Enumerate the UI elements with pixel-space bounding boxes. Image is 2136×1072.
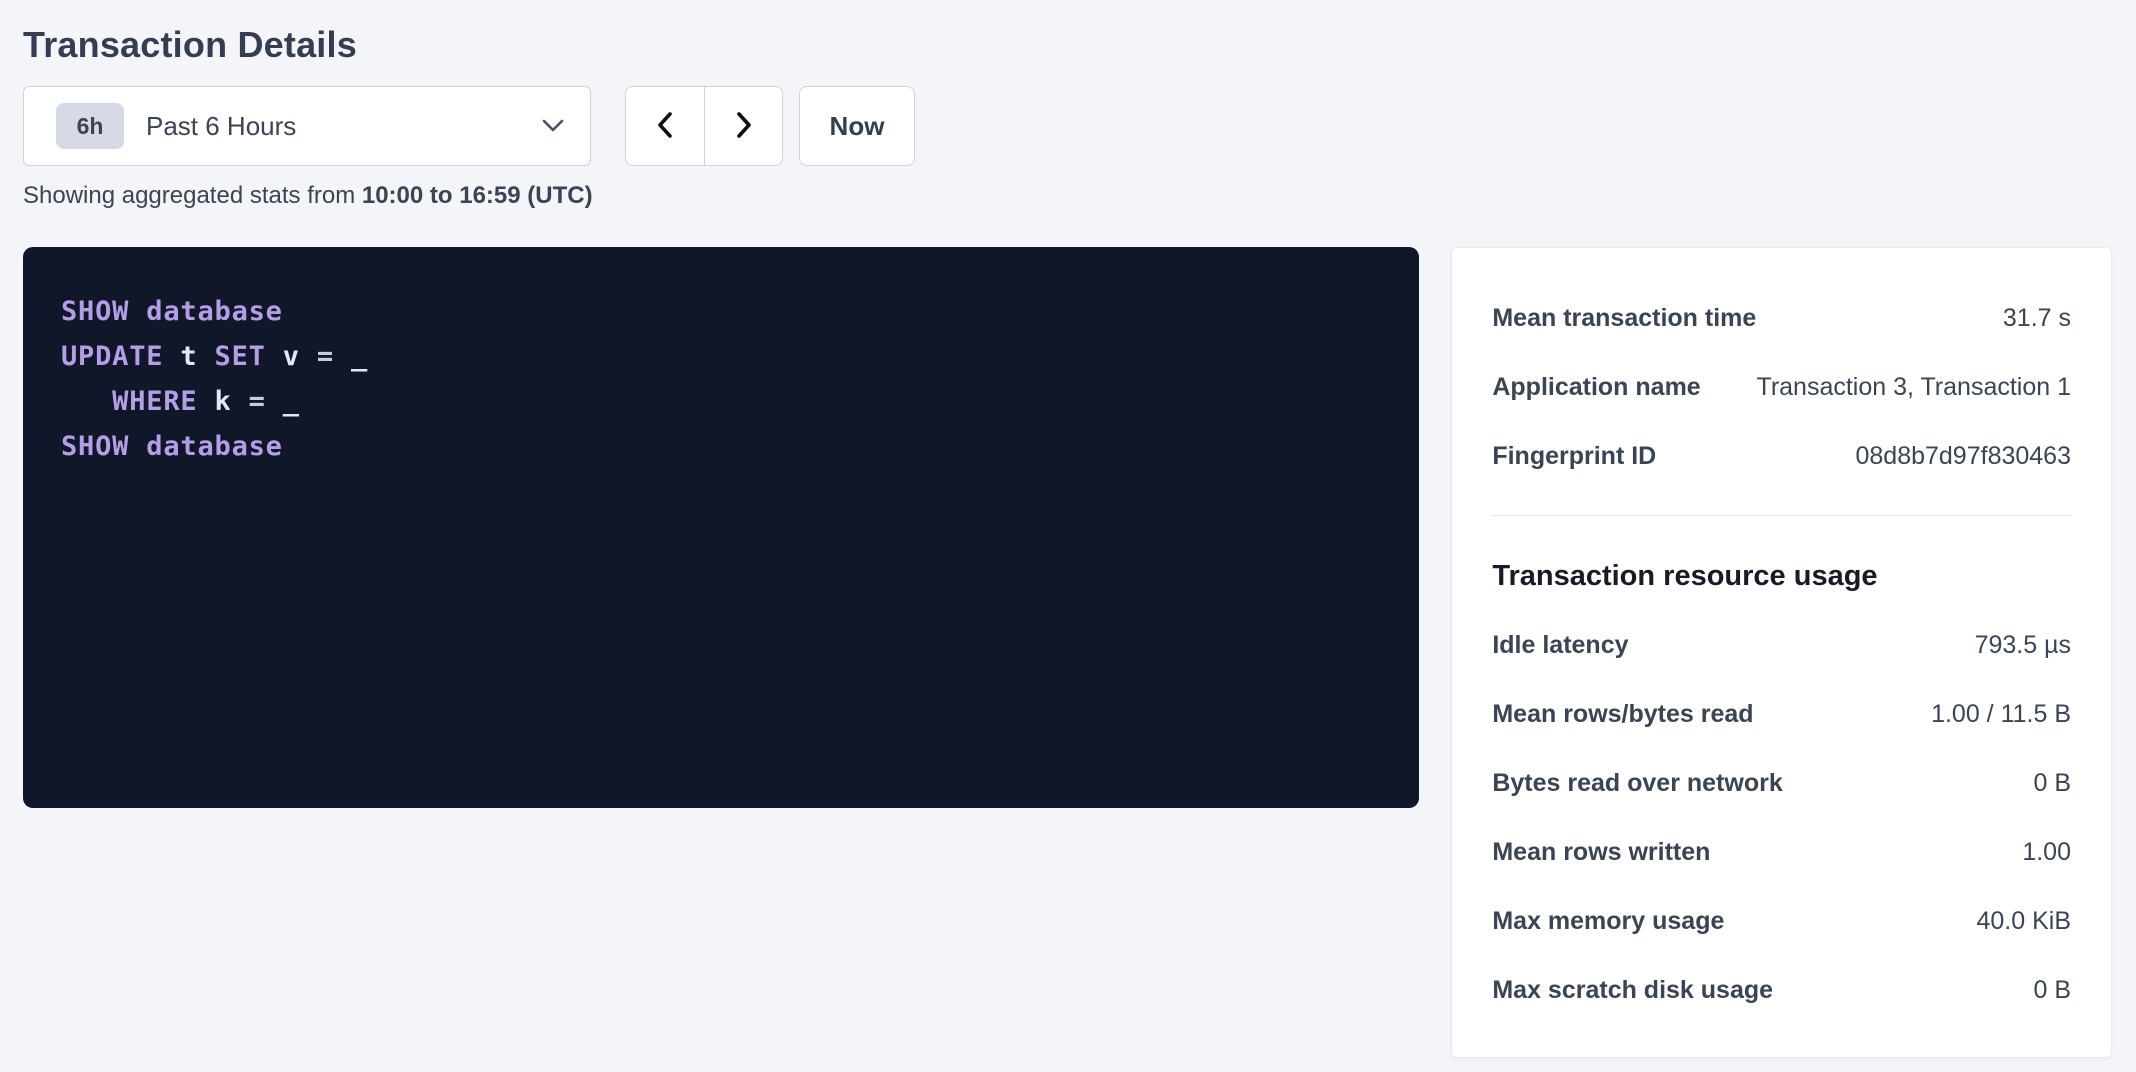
- kv-label: Idle latency: [1492, 631, 1644, 660]
- kv-value: 1.00: [2022, 838, 2071, 867]
- aggregated-stats-range: 10:00 to 16:59 (UTC): [362, 182, 593, 209]
- time-range-label: Past 6 Hours: [146, 111, 296, 142]
- sql-line: SHOW database: [61, 289, 1389, 334]
- kv-value: 0 B: [2033, 976, 2071, 1005]
- next-time-button[interactable]: [704, 87, 782, 165]
- sql-line: SHOW database: [61, 424, 1389, 469]
- sql-code: SHOW databaseUPDATE t SET v = _ WHERE k …: [61, 289, 1389, 469]
- kv-label: Application name: [1492, 373, 1716, 402]
- now-button[interactable]: Now: [799, 86, 915, 166]
- chevron-left-icon: [654, 110, 676, 143]
- kv-value: 793.5 µs: [1975, 631, 2071, 660]
- kv-row-mean-transaction-time: Mean transaction time 31.7 s: [1492, 284, 2071, 353]
- time-step-button-group: [625, 86, 783, 166]
- kv-value: 0 B: [2033, 769, 2071, 798]
- aggregated-stats-text: Showing aggregated stats from 10:00 to 1…: [23, 182, 2112, 210]
- kv-label: Mean rows written: [1492, 838, 1726, 867]
- transaction-details-page: Transaction Details 6h Past 6 Hours Now …: [0, 0, 2136, 1058]
- kv-row-max-memory-usage: Max memory usage 40.0 KiB: [1492, 887, 2071, 956]
- kv-label: Max memory usage: [1492, 907, 1740, 936]
- details-card: Mean transaction time 31.7 s Application…: [1451, 247, 2112, 1058]
- kv-row-application-name: Application name Transaction 3, Transact…: [1492, 353, 2071, 422]
- kv-label: Max scratch disk usage: [1492, 976, 1789, 1005]
- chevron-down-icon: [540, 118, 566, 134]
- sql-line: UPDATE t SET v = _: [61, 334, 1389, 379]
- kv-value: 08d8b7d97f830463: [1855, 442, 2071, 471]
- kv-label: Mean rows/bytes read: [1492, 700, 1769, 729]
- kv-value: 1.00 / 11.5 B: [1931, 700, 2071, 729]
- kv-value: 40.0 KiB: [1976, 907, 2071, 936]
- aggregated-stats-prefix: Showing aggregated stats from: [23, 182, 362, 209]
- kv-row-bytes-read-over-network: Bytes read over network 0 B: [1492, 749, 2071, 818]
- time-range-badge: 6h: [56, 103, 124, 149]
- kv-label: Fingerprint ID: [1492, 442, 1672, 471]
- kv-row-idle-latency: Idle latency 793.5 µs: [1492, 611, 2071, 680]
- sql-statements-box: SHOW databaseUPDATE t SET v = _ WHERE k …: [23, 247, 1419, 808]
- kv-label: Bytes read over network: [1492, 769, 1798, 798]
- page-title: Transaction Details: [23, 26, 2112, 64]
- time-picker-toolbar: 6h Past 6 Hours Now: [23, 86, 2112, 166]
- chevron-right-icon: [733, 110, 755, 143]
- kv-row-mean-rows-written: Mean rows written 1.00: [1492, 818, 2071, 887]
- resource-usage-heading: Transaction resource usage: [1492, 556, 2071, 596]
- kv-value: 31.7 s: [2003, 304, 2071, 333]
- kv-row-max-scratch-disk-usage: Max scratch disk usage 0 B: [1492, 956, 2071, 1025]
- kv-value: Transaction 3, Transaction 1: [1756, 373, 2071, 402]
- kv-row-mean-rows-bytes-read: Mean rows/bytes read 1.00 / 11.5 B: [1492, 680, 2071, 749]
- section-divider: [1492, 515, 2071, 516]
- sql-line: WHERE k = _: [61, 379, 1389, 424]
- kv-label: Mean transaction time: [1492, 304, 1772, 333]
- kv-row-fingerprint-id: Fingerprint ID 08d8b7d97f830463: [1492, 422, 2071, 491]
- content-columns: SHOW databaseUPDATE t SET v = _ WHERE k …: [23, 247, 2112, 1058]
- time-range-dropdown[interactable]: 6h Past 6 Hours: [23, 86, 591, 166]
- prev-time-button[interactable]: [626, 87, 704, 165]
